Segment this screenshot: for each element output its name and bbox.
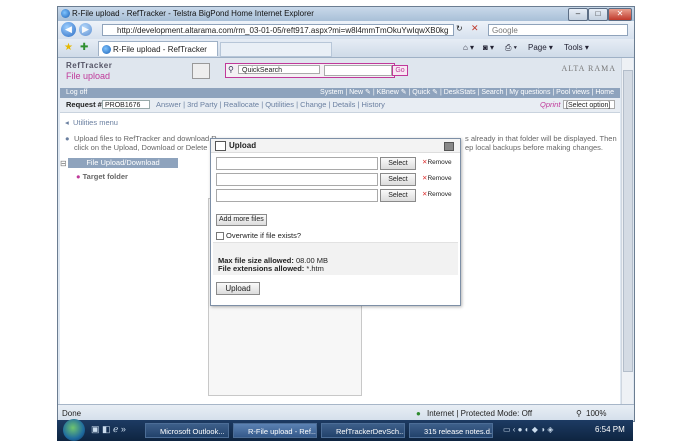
search-input[interactable]: Google <box>488 24 628 36</box>
dialog-close-icon[interactable] <box>444 142 454 151</box>
app-banner: RefTracker File upload ⚲ QuickSearch Go … <box>60 58 620 88</box>
task-rfile-upload[interactable]: R-File upload - Ref... <box>233 423 317 438</box>
overwrite-option[interactable]: Overwrite if file exists? <box>216 231 302 241</box>
info-line1-end: s already in that folder will be display… <box>465 134 617 143</box>
home-icon[interactable]: ⌂ ▾ <box>463 43 474 52</box>
request-label: Request # <box>66 100 102 109</box>
select-button[interactable]: Select <box>380 173 416 186</box>
browser-window: R-File upload - RefTracker - Telstra Big… <box>57 6 635 422</box>
file-row: Select ✕Remove <box>216 189 456 202</box>
remove-link[interactable]: ✕Remove <box>422 174 452 182</box>
request-links[interactable]: Answer | 3rd Party | Reallocate | Qutili… <box>156 98 385 112</box>
upload-dialog: Upload Select ✕Remove Select ✕Remove Sel… <box>210 138 461 306</box>
tray-icons[interactable]: ▭ ‹ ● ◐ ◆ ◑ ◈ <box>503 425 553 434</box>
collapse-icon[interactable]: ⊟ <box>60 159 67 168</box>
page-menu[interactable]: Page ▾ <box>528 43 553 52</box>
scroll-thumb[interactable] <box>623 70 633 372</box>
nav-links[interactable]: System | New ✎ | KBnew ✎ | Quick ✎ | Des… <box>320 88 614 98</box>
feeds-icon[interactable]: ◙ ▾ <box>483 43 494 52</box>
add-favorites-icon[interactable]: ✚ <box>80 42 88 53</box>
option-select[interactable]: [Select option] <box>563 100 615 109</box>
vendor-logo: ALTA RAMA <box>561 64 616 73</box>
overwrite-checkbox[interactable] <box>216 232 224 241</box>
page-title: File upload <box>66 71 111 81</box>
print-icon[interactable]: ⎙ ▾ <box>505 43 517 53</box>
new-tab-button[interactable] <box>220 42 332 57</box>
tab-label: R-File upload - RefTracker <box>113 45 207 54</box>
select-button[interactable]: Select <box>380 157 416 170</box>
info-line1: Upload files to RefTracker and download … <box>74 134 217 143</box>
tools-menu[interactable]: Tools ▾ <box>564 43 589 52</box>
request-number-field[interactable]: PROB1676 <box>102 100 150 109</box>
info-line2: click on the Upload, Download or Delete … <box>74 143 215 152</box>
select-button[interactable]: Select <box>380 189 416 202</box>
task-outlook[interactable]: Microsoft Outlook... <box>145 423 229 438</box>
upload-button[interactable]: Upload <box>216 282 260 295</box>
favorites-star-icon[interactable]: ★ <box>64 42 73 53</box>
file-input[interactable] <box>216 189 378 202</box>
tab-active[interactable]: R-File upload - RefTracker <box>98 41 218 56</box>
log-off-link[interactable]: Log off <box>66 88 87 98</box>
quicksearch-input[interactable] <box>324 65 392 76</box>
file-input[interactable] <box>216 157 378 170</box>
task-release-notes[interactable]: 315 release notes.d... <box>409 423 493 438</box>
qprint-link[interactable]: Qprint <box>540 98 560 112</box>
folder-bullet-icon: ● <box>76 172 81 181</box>
clock[interactable]: 6:54 PM <box>595 425 625 434</box>
tab-row: ★ ✚ R-File upload - RefTracker ⌂ ▾ ◙ ▾ ⎙… <box>58 39 634 58</box>
add-more-files-button[interactable]: Add more files <box>216 214 267 226</box>
address-row: ◀ ▶ http://development.altarama.com/rm_0… <box>58 21 634 39</box>
tab-ie-icon <box>102 45 111 54</box>
utilities-label: Utilities menu <box>72 118 118 127</box>
dialog-title-bar: Upload <box>211 139 460 153</box>
maximize-button[interactable]: □ <box>588 8 608 21</box>
extensions-info: File extensions allowed: *.htm <box>218 264 324 273</box>
close-button[interactable]: ✕ <box>608 8 632 21</box>
stop-icon[interactable]: ✕ <box>471 23 479 34</box>
task-reftracker-dev[interactable]: RefTrackerDevSch... <box>321 423 405 438</box>
nav-bar: Log off System | New ✎ | KBnew ✎ | Quick… <box>60 88 620 98</box>
file-input[interactable] <box>216 173 378 186</box>
page-scrollbar[interactable] <box>621 58 633 404</box>
forward-button[interactable]: ▶ <box>79 23 92 36</box>
info-icon: ● <box>65 134 70 143</box>
minimize-button[interactable]: – <box>568 8 588 21</box>
overwrite-label: Overwrite if file exists? <box>226 231 302 240</box>
go-button[interactable]: Go <box>392 65 408 76</box>
taskbar: ▣ ◧ ℯ » Microsoft Outlook... R-File uplo… <box>57 419 633 441</box>
info-line2-end: ep local backups before making changes. <box>465 143 604 152</box>
back-icon[interactable] <box>192 63 210 79</box>
request-bar: Request # PROB1676 Answer | 3rd Party | … <box>60 98 620 113</box>
quicksearch: ⚲ QuickSearch Go <box>225 63 408 78</box>
start-button[interactable] <box>63 419 85 441</box>
ie-icon <box>61 9 70 18</box>
brand-logo: RefTracker <box>66 61 113 70</box>
target-folder-label: Target folder <box>82 172 128 181</box>
title-bar: R-File upload - RefTracker - Telstra Big… <box>58 7 634 21</box>
target-folder[interactable]: ● Target folder <box>76 172 128 181</box>
quicksearch-select[interactable]: QuickSearch <box>238 65 320 74</box>
utilities-menu-link[interactable]: ◂ Utilities menu <box>65 118 118 127</box>
dialog-title: Upload <box>229 141 257 150</box>
quick-launch-icons[interactable]: ▣ ◧ ℯ » <box>91 424 126 435</box>
search-icon: ⚲ <box>228 65 234 74</box>
dialog-icon <box>215 141 226 151</box>
remove-link[interactable]: ✕Remove <box>422 158 452 166</box>
address-bar[interactable]: http://development.altarama.com/rm_03-01… <box>102 24 454 36</box>
back-button[interactable]: ◀ <box>61 22 76 37</box>
window-title: R-File upload - RefTracker - Telstra Big… <box>72 9 314 18</box>
refresh-icon[interactable]: ↻ <box>456 24 463 33</box>
remove-link[interactable]: ✕Remove <box>422 190 452 198</box>
page-content: RefTracker File upload ⚲ QuickSearch Go … <box>60 58 620 404</box>
file-row: Select ✕Remove <box>216 157 456 170</box>
limits-box: Max file size allowed: 08.00 MB File ext… <box>213 242 458 275</box>
file-row: Select ✕Remove <box>216 173 456 186</box>
tree-header: File Upload/Download <box>68 158 178 168</box>
